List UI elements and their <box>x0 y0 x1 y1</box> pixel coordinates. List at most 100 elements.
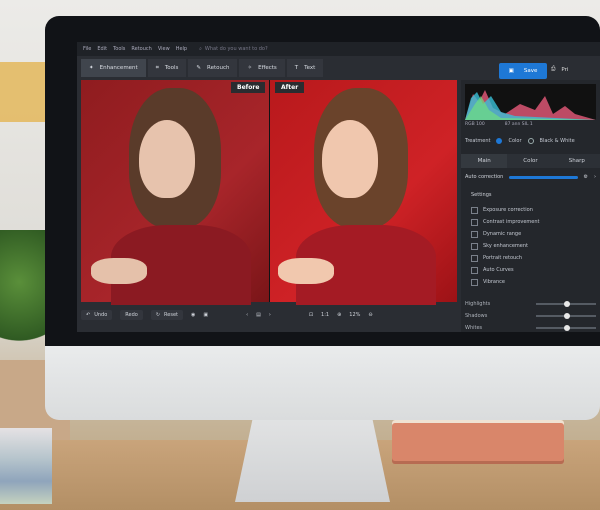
tab-color[interactable]: Color <box>507 154 554 168</box>
save-button[interactable]: ▣ Save <box>499 63 547 79</box>
check-label: Auto Curves <box>483 267 514 273</box>
auto-correction-row: Auto correction ⚙ › <box>465 174 596 180</box>
after-photo[interactable]: After <box>270 80 457 305</box>
zoom-percent: 12% <box>349 312 361 318</box>
folder-icon[interactable]: ▤ <box>256 312 261 318</box>
histogram-graph <box>465 90 596 120</box>
checkbox[interactable] <box>471 266 478 274</box>
text-icon: T <box>294 65 299 71</box>
zoom-in-icon[interactable]: ⊕ <box>337 312 341 318</box>
print-icon: ⎙ <box>551 66 556 72</box>
menu-tools[interactable]: Tools <box>113 46 125 52</box>
treatment-row: Treatment Color Black & White <box>465 138 575 144</box>
tab-main[interactable]: Main <box>461 154 508 168</box>
plant <box>0 230 48 360</box>
gear-icon[interactable]: ⚙ <box>584 174 588 180</box>
slider-label: Whites <box>465 325 483 331</box>
slider-label: Shadows <box>465 313 488 319</box>
tab-label: Tools <box>164 65 179 71</box>
tool-tabs: ✦ Enhancement ⌗ Tools ✎ Retouch ✧ Effect… <box>81 59 459 77</box>
search-box[interactable]: ⌕ What do you want to do? <box>199 46 268 52</box>
reset-button[interactable]: ↻ Reset <box>150 310 183 320</box>
before-label: Before <box>231 82 266 93</box>
menu-edit[interactable]: Edit <box>97 46 107 52</box>
bw-radio[interactable] <box>527 138 534 144</box>
redo-button[interactable]: Redo <box>120 310 143 320</box>
hand <box>278 258 334 284</box>
save-label: Save <box>523 68 538 74</box>
reset-label: Reset <box>164 312 178 318</box>
check-sky[interactable]: Sky enhancement <box>471 240 596 252</box>
app-window: File Edit Tools Retouch View Help ⌕ What… <box>77 42 600 332</box>
menubar: File Edit Tools Retouch View Help ⌕ What… <box>77 42 600 56</box>
tab-enhancement[interactable]: ✦ Enhancement <box>81 59 146 77</box>
tab-label: Effects <box>258 65 277 71</box>
zoom-out-icon[interactable]: ⊖ <box>368 312 372 318</box>
slider-track[interactable] <box>536 301 596 307</box>
auto-correction-slider[interactable] <box>509 175 578 179</box>
auto-correction-label: Auto correction <box>465 174 504 180</box>
menu-help[interactable]: Help <box>176 46 187 52</box>
checkbox[interactable] <box>471 278 478 286</box>
settings-title: Settings <box>471 192 492 198</box>
eye-icon[interactable]: ◉ <box>191 312 195 318</box>
checkbox[interactable] <box>471 206 478 214</box>
monitor-chin <box>45 346 600 420</box>
tab-text[interactable]: T Text <box>286 59 324 77</box>
menu-view[interactable]: View <box>158 46 170 52</box>
check-exposure[interactable]: Exposure correction <box>471 204 596 216</box>
monitor-stand <box>235 414 390 502</box>
tab-retouch[interactable]: ✎ Retouch <box>188 59 238 77</box>
menu-retouch[interactable]: Retouch <box>131 46 151 52</box>
undo-label: Undo <box>94 312 108 318</box>
check-label: Exposure correction <box>483 207 533 213</box>
before-photo[interactable]: Before <box>81 80 269 305</box>
histogram-info: RGB 100 87 ann SIL 1 <box>465 122 533 127</box>
bw-label: Black & White <box>539 138 575 144</box>
tab-sharp[interactable]: Sharp <box>553 154 600 168</box>
tab-label: Enhancement <box>99 65 138 71</box>
settings-list: Exposure correction Contrast improvement… <box>471 204 596 288</box>
slider-label: Highlights <box>465 301 491 307</box>
chevron-right-icon[interactable]: › <box>594 174 596 180</box>
checkbox[interactable] <box>471 218 478 226</box>
adjust-sliders: Highlights Shadows Whites <box>461 298 600 332</box>
hist-left: RGB 100 <box>465 122 485 127</box>
checkbox[interactable] <box>471 254 478 262</box>
fit-icon[interactable]: ⊡ <box>309 312 313 318</box>
slider-whites[interactable]: Whites <box>461 322 600 332</box>
redo-label: Redo <box>125 312 138 318</box>
print-label: Pri <box>561 66 569 73</box>
undo-button[interactable]: ↶ Undo <box>81 310 113 320</box>
checkbox[interactable] <box>471 242 478 250</box>
checkbox[interactable] <box>471 230 478 238</box>
slider-knob[interactable] <box>564 325 570 331</box>
print-button[interactable]: ⎙ Pri <box>551 66 568 73</box>
menu-file[interactable]: File <box>83 46 91 52</box>
slider-shadows[interactable]: Shadows <box>461 310 600 322</box>
bottom-toolbar: ↶ Undo Redo ↻ Reset ◉ ▣ ‹ ▤ › ⊡ 1:1 ⊕ 12… <box>81 306 457 324</box>
check-contrast[interactable]: Contrast improvement <box>471 216 596 228</box>
slider-track[interactable] <box>536 313 596 319</box>
enhance-icon: ✦ <box>89 65 94 71</box>
tab-tools[interactable]: ⌗ Tools <box>147 59 187 77</box>
slider-highlights[interactable]: Highlights <box>461 298 600 310</box>
compare-icon[interactable]: ▣ <box>203 312 208 318</box>
prev-arrow-icon[interactable]: ‹ <box>246 312 248 318</box>
color-radio[interactable] <box>496 138 503 144</box>
check-label: Portrait retouch <box>483 255 523 261</box>
check-portrait[interactable]: Portrait retouch <box>471 252 596 264</box>
check-autocurves[interactable]: Auto Curves <box>471 264 596 276</box>
slider-knob[interactable] <box>564 301 570 307</box>
reset-icon: ↻ <box>155 312 161 318</box>
slider-track[interactable] <box>536 325 596 331</box>
slider-knob[interactable] <box>564 313 570 319</box>
check-vibrance[interactable]: Vibrance <box>471 276 596 288</box>
search-placeholder: What do you want to do? <box>204 46 268 52</box>
next-arrow-icon[interactable]: › <box>269 312 271 318</box>
color-label: Color <box>508 138 522 144</box>
tab-effects[interactable]: ✧ Effects <box>239 59 285 77</box>
check-dynamic[interactable]: Dynamic range <box>471 228 596 240</box>
zoom-ratio[interactable]: 1:1 <box>321 312 329 318</box>
undo-icon: ↶ <box>86 312 91 318</box>
